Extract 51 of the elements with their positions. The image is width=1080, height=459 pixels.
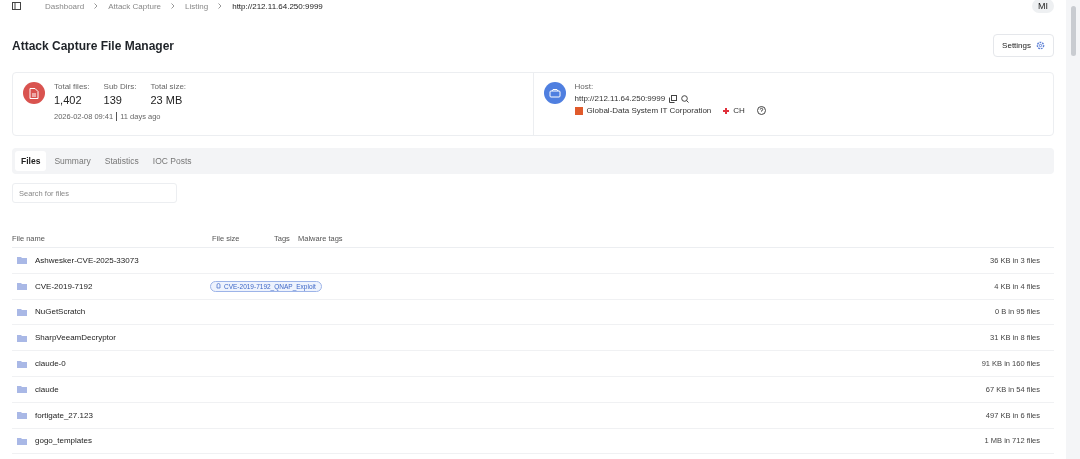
stat-value: 139	[103, 94, 123, 106]
org-name: Global-Data System IT Corporation	[586, 106, 712, 115]
folder-name[interactable]: claude-0	[35, 359, 210, 369]
breadcrumb-link[interactable]: Attack Capture	[108, 1, 162, 11]
folder-icon	[17, 256, 27, 265]
folder-name[interactable]: NuGetScratch	[35, 307, 210, 317]
tab[interactable]: Statistics	[98, 151, 145, 171]
host-label: Host:	[574, 82, 595, 91]
tab[interactable]: Summary	[48, 151, 97, 171]
stat-label: Total files:	[54, 82, 90, 91]
chevron-icon	[94, 3, 99, 9]
stat-label: Total size:	[150, 82, 187, 91]
gear-icon	[1036, 41, 1045, 50]
tab[interactable]: Files	[15, 151, 47, 171]
sidebar-icon	[12, 2, 21, 10]
folder-icon	[17, 436, 27, 445]
tab[interactable]: IOC Posts	[146, 151, 198, 171]
breadcrumb-link[interactable]: http://212.11.64.250:9999	[232, 1, 323, 11]
folder-name[interactable]: fortigate_27.123	[35, 410, 210, 420]
page-title: Attack Capture File Manager	[12, 38, 175, 53]
server-icon	[543, 82, 566, 104]
host-url: http://212.11.64.250:9999	[574, 94, 666, 103]
stat-label: Sub Dirs:	[103, 82, 137, 91]
folder-name[interactable]: claude	[35, 384, 210, 394]
breadcrumb-link[interactable]: Listing	[185, 1, 209, 11]
copy-icon	[669, 94, 678, 103]
country-code: CH	[733, 106, 745, 115]
folder-name[interactable]: Ashwesker-CVE-2025-33073	[35, 255, 210, 265]
folder-icon	[17, 308, 27, 316]
breadcrumb-link[interactable]: Dashboard	[45, 1, 85, 11]
folder-name[interactable]: gogo_templates	[35, 436, 210, 446]
settings-button[interactable]: Settings	[993, 34, 1054, 57]
scrollbar-thumb[interactable]	[1070, 6, 1076, 56]
stat-value: 1,402	[54, 94, 83, 106]
chevron-icon	[171, 3, 176, 9]
folder-name[interactable]: CVE-2019-7192	[35, 281, 210, 291]
folder-icon	[17, 411, 27, 420]
chevron-icon	[218, 3, 223, 9]
bug-icon	[216, 283, 221, 290]
user-avatar[interactable]: MI	[1032, 0, 1054, 13]
document-icon	[23, 82, 45, 104]
folder-icon	[17, 333, 27, 342]
org-flag-icon	[574, 106, 583, 115]
help-icon	[756, 106, 766, 115]
stat-value: 23 MB	[150, 94, 184, 106]
folder-icon	[17, 282, 27, 291]
folder-icon	[17, 385, 27, 394]
flag-icon	[723, 107, 730, 114]
search-icon	[681, 94, 690, 103]
folder-name[interactable]: SharpVeeamDecryptor	[35, 333, 210, 343]
folder-icon	[17, 359, 27, 368]
